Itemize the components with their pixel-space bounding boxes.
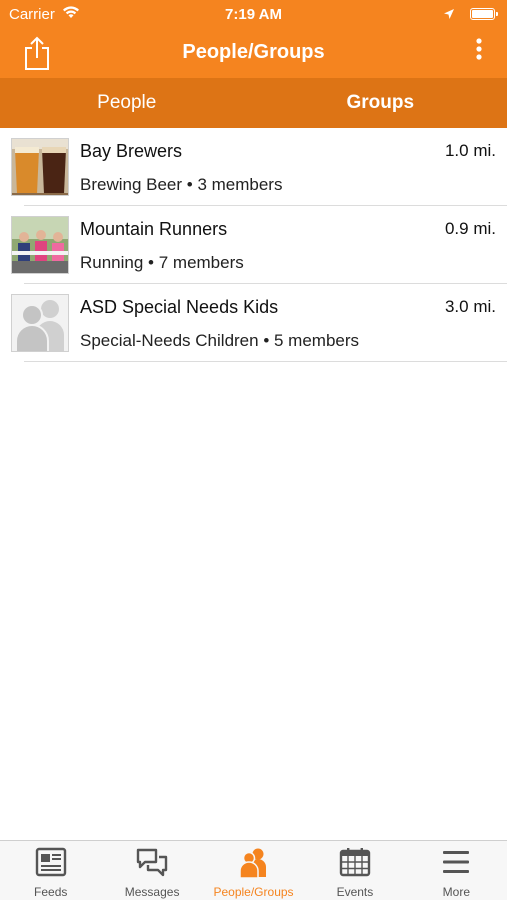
group-distance: 1.0 mi. bbox=[444, 141, 496, 160]
segment-people[interactable]: People bbox=[0, 78, 254, 128]
group-name: Mountain Runners bbox=[80, 219, 228, 239]
navigation-bar: People/Groups bbox=[0, 30, 507, 78]
newspaper-icon bbox=[0, 847, 101, 877]
group-name: Bay Brewers bbox=[80, 141, 183, 161]
group-subtitle: Special-Needs Children • 5 members bbox=[80, 331, 360, 350]
tab-bar: Feeds Messages People/Groups Events More bbox=[0, 840, 507, 900]
clock-time: 7:19 AM bbox=[225, 6, 282, 23]
group-row-asd-special-needs-kids[interactable]: ASD Special Needs Kids Special-Needs Chi… bbox=[0, 284, 507, 362]
hamburger-menu-icon bbox=[406, 847, 507, 877]
tab-label: People/Groups bbox=[213, 885, 294, 899]
people-groups-segment: People Groups bbox=[0, 78, 507, 128]
calendar-icon bbox=[304, 847, 405, 877]
battery-icon bbox=[470, 8, 498, 20]
page-title: People/Groups bbox=[182, 41, 325, 63]
group-row-mountain-runners[interactable]: Mountain Runners Running • 7 members 0.9… bbox=[0, 206, 507, 284]
tab-label: Messages bbox=[124, 885, 180, 899]
tab-events[interactable]: Events bbox=[304, 841, 405, 900]
group-name: ASD Special Needs Kids bbox=[80, 297, 279, 317]
more-vertical-icon[interactable] bbox=[469, 36, 489, 66]
group-distance: 0.9 mi. bbox=[444, 219, 496, 238]
group-subtitle: Running • 7 members bbox=[80, 253, 244, 272]
group-placeholder-icon bbox=[11, 294, 69, 352]
tab-messages[interactable]: Messages bbox=[101, 841, 202, 900]
chat-bubbles-icon bbox=[101, 847, 202, 879]
tab-label: More bbox=[442, 885, 470, 899]
group-row-bay-brewers[interactable]: Bay Brewers Brewing Beer • 3 members 1.0… bbox=[0, 128, 507, 206]
segment-groups[interactable]: Groups bbox=[254, 78, 507, 128]
group-subtitle: Brewing Beer • 3 members bbox=[80, 175, 283, 194]
tab-label: Feeds bbox=[34, 885, 68, 899]
tab-feeds[interactable]: Feeds bbox=[0, 841, 101, 900]
tab-label: Events bbox=[336, 885, 374, 899]
runners-photo bbox=[11, 216, 69, 274]
tab-more[interactable]: More bbox=[406, 841, 507, 900]
location-arrow-icon bbox=[443, 7, 455, 24]
tab-people-groups[interactable]: People/Groups bbox=[203, 841, 304, 900]
group-list: Bay Brewers Brewing Beer • 3 members 1.0… bbox=[0, 128, 507, 362]
beer-photo bbox=[11, 138, 69, 196]
row-divider bbox=[24, 361, 507, 362]
group-distance: 3.0 mi. bbox=[444, 297, 496, 316]
status-bar: Carrier 7:19 AM bbox=[0, 0, 507, 30]
people-icon bbox=[203, 847, 304, 879]
